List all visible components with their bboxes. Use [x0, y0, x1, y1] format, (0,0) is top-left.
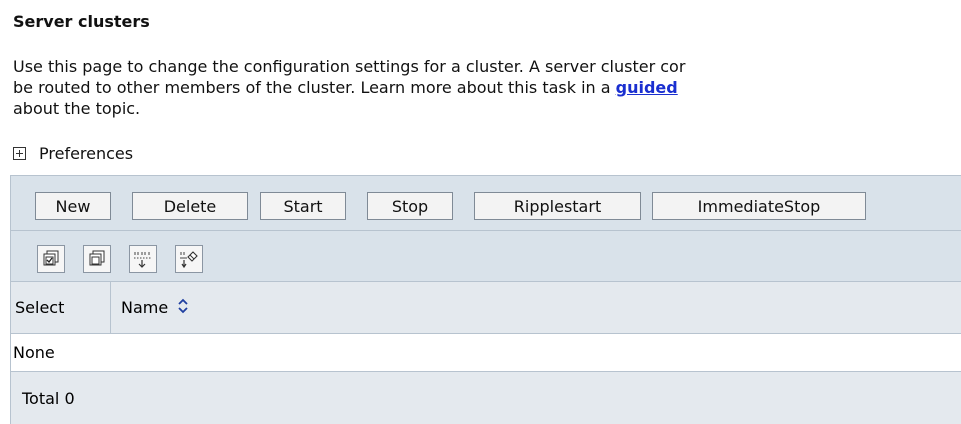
empty-row: None [11, 334, 961, 372]
page-title: Server clusters [13, 12, 150, 31]
preferences-toggle[interactable]: Preferences [13, 144, 133, 163]
column-header-name[interactable]: Name [121, 282, 190, 333]
total-row: Total 0 [11, 372, 961, 424]
table-header: Select Name [11, 282, 961, 334]
description-line-2-text: be routed to other members of the cluste… [13, 78, 616, 97]
immediatestop-button[interactable]: ImmediateStop [652, 192, 866, 220]
description-line-3: about the topic. [13, 99, 141, 118]
name-column-label: Name [121, 298, 169, 317]
start-button[interactable]: Start [260, 192, 346, 220]
server-clusters-page: Server clusters Use this page to change … [0, 0, 961, 424]
guided-activity-link[interactable]: guided [616, 78, 678, 97]
select-all-icon[interactable] [37, 245, 65, 273]
empty-text: None [13, 343, 55, 362]
ripplestart-button[interactable]: Ripplestart [474, 192, 641, 220]
preferences-label: Preferences [39, 144, 134, 163]
stop-button[interactable]: Stop [367, 192, 453, 220]
delete-button[interactable]: Delete [132, 192, 248, 220]
total-count: Total 0 [22, 388, 75, 408]
table-icon-bar [11, 231, 961, 282]
new-button[interactable]: New [35, 192, 111, 220]
action-button-bar: New Delete Start Stop Ripplestart Immedi… [11, 175, 961, 231]
select-column-label: Select [15, 298, 65, 317]
description-line-2: be routed to other members of the cluste… [13, 77, 961, 98]
sort-icon[interactable] [176, 296, 190, 320]
description-line-1: Use this page to change the configuratio… [13, 57, 686, 76]
deselect-all-icon[interactable] [83, 245, 111, 273]
show-filter-icon[interactable] [129, 245, 157, 273]
expand-icon[interactable] [13, 147, 26, 160]
page-description: Use this page to change the configuratio… [13, 56, 961, 119]
column-header-select: Select [11, 282, 111, 333]
clusters-table: New Delete Start Stop Ripplestart Immedi… [10, 175, 961, 424]
clear-filter-icon[interactable] [175, 245, 203, 273]
